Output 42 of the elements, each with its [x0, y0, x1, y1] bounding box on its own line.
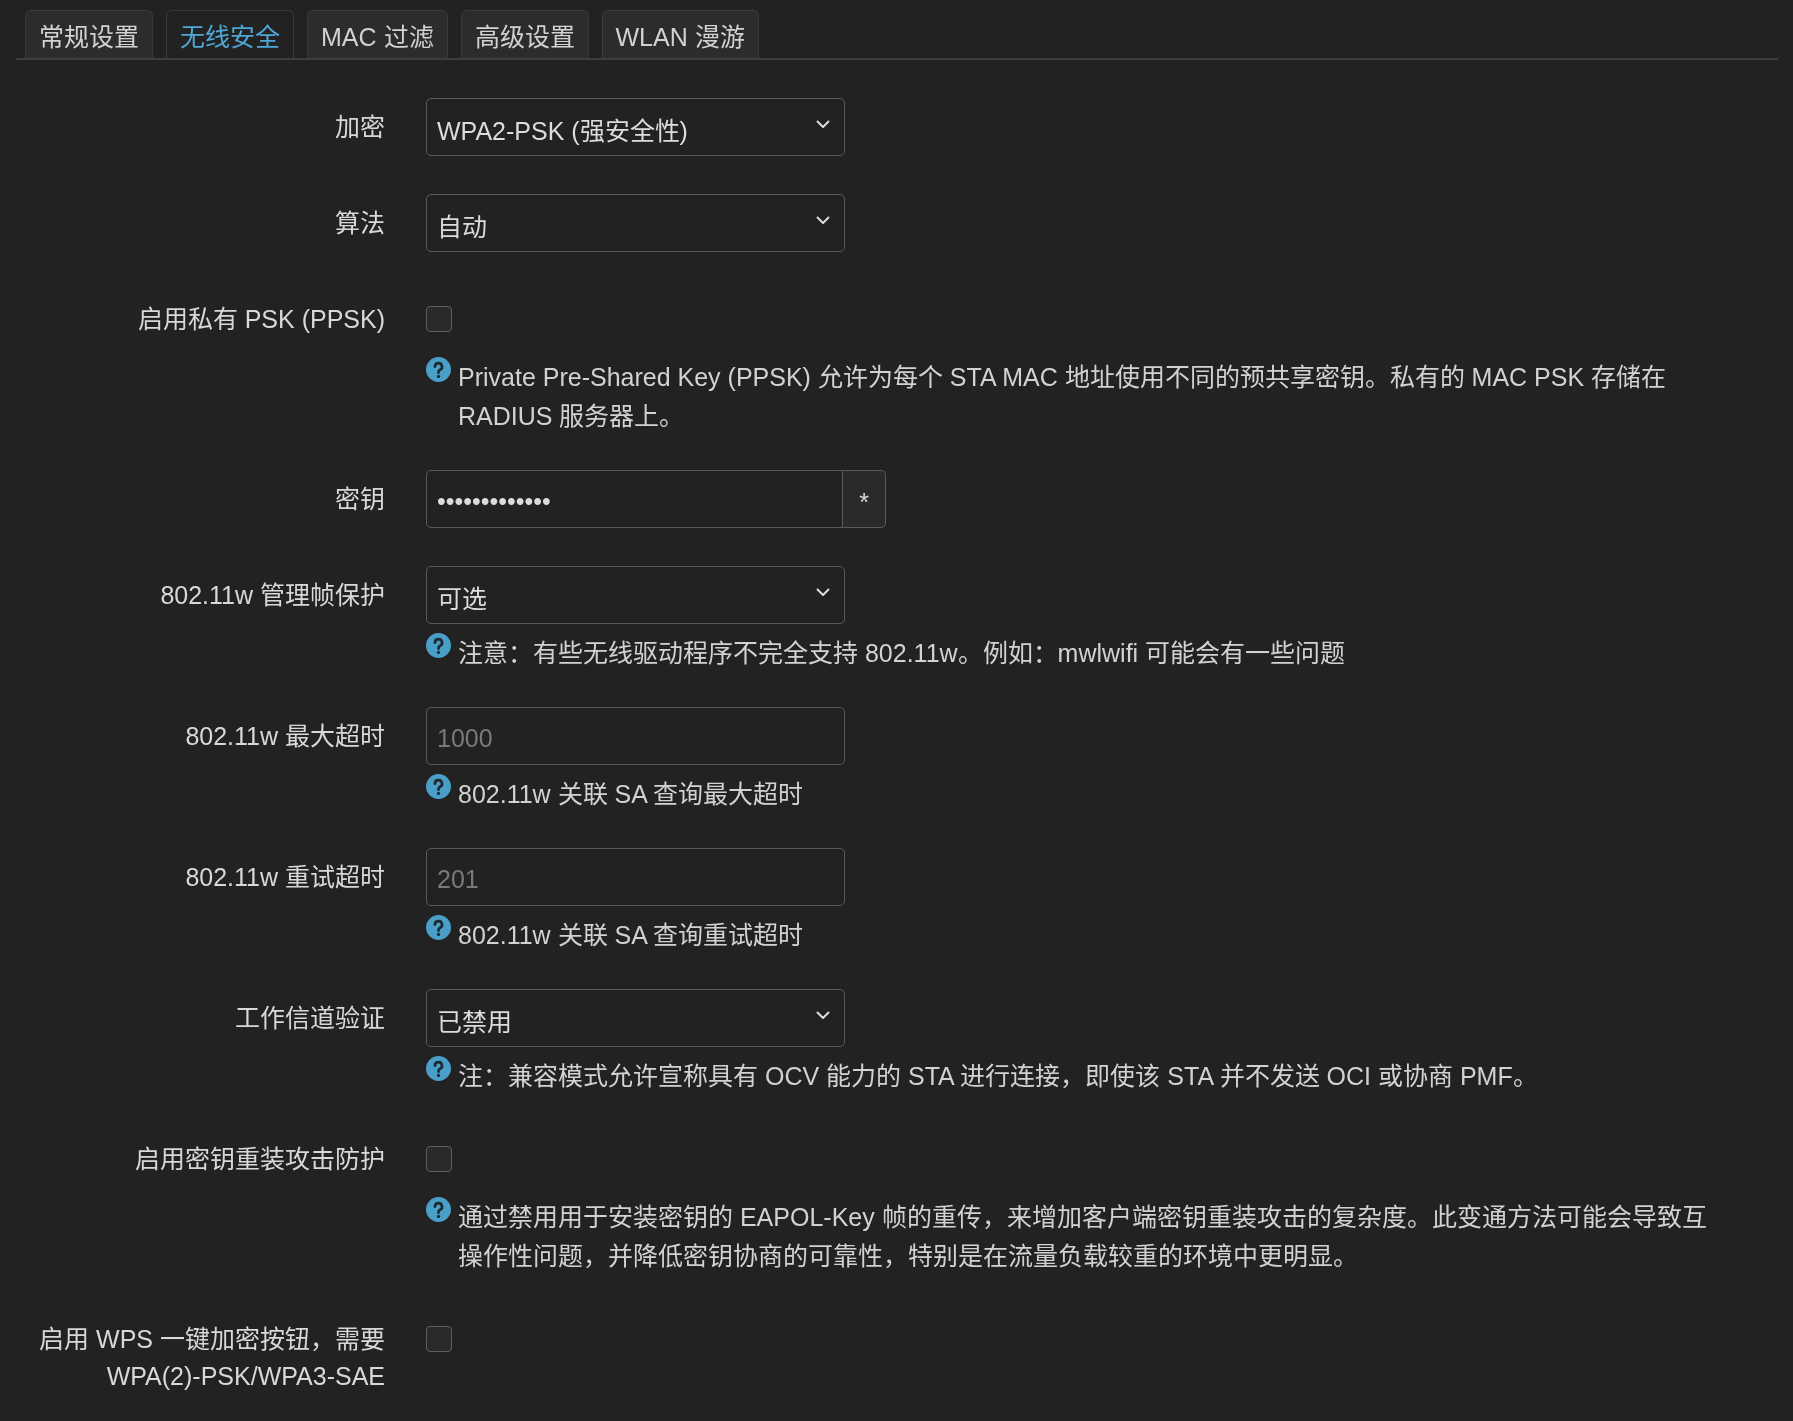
dropdown[interactable]: 自动	[426, 194, 845, 252]
help-icon	[426, 357, 451, 382]
checkbox[interactable]	[426, 1326, 452, 1352]
field-label: 802.11w 最大超时	[184, 720, 385, 752]
help-icon	[426, 1056, 451, 1081]
dropdown[interactable]: 已禁用	[426, 989, 845, 1047]
help-text: 注意：有些无线驱动程序不完全支持 802.11w。例如：mwlwifi 可能会有一些问题	[458, 638, 1346, 669]
help-text: 802.11w 关联 SA 查询最大超时	[458, 779, 804, 810]
field-label: 启用 WPS 一键加密按钮，需要 WPA(2)-PSK/WPA3-SAE	[38, 1323, 385, 1392]
checkbox[interactable]	[426, 306, 452, 332]
help-icon	[426, 915, 451, 940]
checkbox[interactable]	[426, 1146, 452, 1172]
chevron-icon	[816, 587, 830, 597]
reveal-button[interactable]: *	[843, 470, 886, 528]
field-label: 启用密钥重装攻击防护	[134, 1143, 385, 1175]
field-label: 工作信道验证	[234, 1002, 385, 1034]
field-label: 加密	[334, 111, 385, 143]
help-text: 通过禁用用于安装密钥的 EAPOL-Key 帧的重传，来增加客户端密钥重装攻击的复杂度。此变通方法可能会导致互操作性问题，并降低密钥协商的可靠性，特别是在流量负载较重的环境中更明显。	[458, 1202, 1708, 1272]
chevron-icon	[816, 215, 830, 225]
tab[interactable]: 高级设置	[460, 10, 589, 58]
field-label: 算法	[334, 207, 385, 239]
input-field[interactable]: 1000	[426, 707, 845, 765]
field-label: 密钥	[334, 483, 385, 515]
dropdown[interactable]: WPA2-PSK (强安全性)	[426, 98, 845, 156]
tab[interactable]: MAC 过滤	[307, 10, 448, 58]
tab[interactable]: 无线安全	[166, 10, 294, 58]
field-label: 802.11w 管理帧保护	[159, 579, 385, 611]
field-label: 802.11w 重试超时	[184, 861, 385, 893]
help-text: 注：兼容模式允许宣称具有 OCV 能力的 STA 进行连接，即使该 STA 并不发送 OCI 或协商 PMF。	[458, 1061, 1538, 1092]
help-icon	[426, 633, 451, 658]
tab[interactable]: WLAN 漫游	[601, 10, 759, 58]
help-icon	[426, 1197, 451, 1222]
help-text: Private Pre-Shared Key (PPSK) 允许为每个 STA MAC 地址使用不同的预共享密钥。私有的 MAC PSK 存储在 RADIUS 服务器上。	[458, 362, 1668, 432]
help-text: 802.11w 关联 SA 查询重试超时	[458, 920, 804, 951]
chevron-icon	[816, 1010, 830, 1020]
field-label: 启用私有 PSK (PPSK)	[136, 303, 385, 335]
tab[interactable]: 常规设置	[25, 10, 153, 58]
dropdown[interactable]: 可选	[426, 566, 845, 624]
help-icon	[426, 774, 451, 799]
input-field[interactable]: 201	[426, 848, 845, 906]
chevron-icon	[816, 119, 830, 129]
password-field[interactable]: •••••••••••••	[426, 470, 843, 528]
